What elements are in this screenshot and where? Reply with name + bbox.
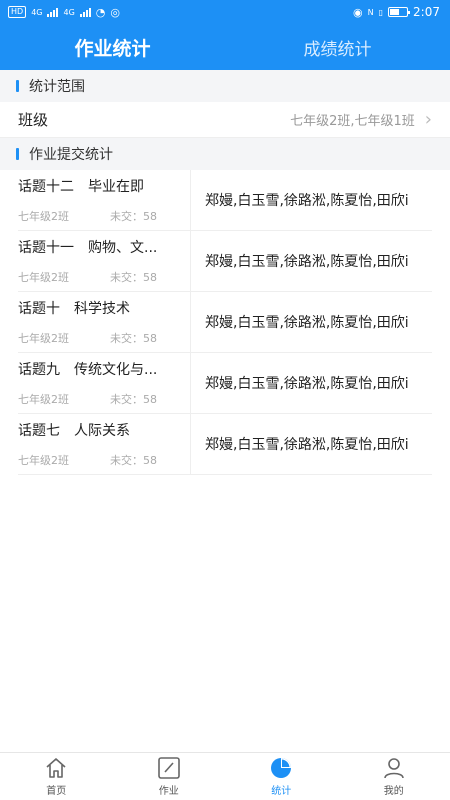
unsubmitted-students: 郑嫚,白玉雪,徐路淞,陈夏怡,田欣i (205, 437, 409, 453)
homework-class: 七年级2班 (18, 271, 69, 284)
pie-chart-icon (271, 757, 292, 778)
sync-icon: ◎ (110, 5, 120, 19)
homework-info: 话题十一 购物、文... 七年级2班 未交：58 (18, 231, 191, 291)
signal-icon (47, 7, 59, 17)
homework-info: 话题十 科学技术 七年级2班 未交：58 (18, 292, 191, 352)
clock: 2:07 (413, 5, 440, 19)
person-icon (383, 757, 404, 778)
section-marker (16, 80, 19, 92)
network-type: 4G (31, 7, 43, 17)
home-icon (46, 757, 66, 778)
nav-label: 统计 (271, 785, 292, 797)
homework-class: 七年级2班 (18, 210, 69, 223)
nfc-icon: N (367, 7, 374, 17)
homework-list: 话题十二 毕业在即 七年级2班 未交：58 郑嫚,白玉雪,徐路淞,陈夏怡,田欣i 话题十… (0, 170, 450, 475)
homework-title: 话题九 传统文化与... (18, 362, 158, 378)
nav-profile[interactable]: 我的 (338, 753, 450, 800)
nav-statistics[interactable]: 统计 (225, 753, 338, 800)
signal-icon (79, 7, 91, 17)
tab-homework-stats[interactable]: 作业统计 (0, 24, 225, 70)
unsubmitted-count: 未交：58 (110, 332, 157, 345)
tab-score-stats[interactable]: 成绩统计 (225, 24, 450, 70)
range-section-header: 统计范围 (0, 70, 450, 102)
homework-row[interactable]: 话题九 传统文化与... 七年级2班 未交：58 郑嫚,白玉雪,徐路淞,陈夏怡,田欣i (18, 353, 432, 414)
unsubmitted-students: 郑嫚,白玉雪,徐路淞,陈夏怡,田欣i (205, 254, 409, 270)
homework-row[interactable]: 话题七 人际关系 七年级2班 未交：58 郑嫚,白玉雪,徐路淞,陈夏怡,田欣i (18, 414, 432, 475)
homework-class: 七年级2班 (18, 393, 69, 406)
homework-class: 七年级2班 (18, 332, 69, 345)
section-marker (16, 148, 19, 160)
homework-row[interactable]: 话题十二 毕业在即 七年级2班 未交：58 郑嫚,白玉雪,徐路淞,陈夏怡,田欣i (18, 170, 432, 231)
unsubmitted-students: 郑嫚,白玉雪,徐路淞,陈夏怡,田欣i (205, 193, 409, 209)
section-title: 作业提交统计 (29, 147, 113, 163)
submit-section-header: 作业提交统计 (0, 138, 450, 170)
hotspot-icon: ◔ (95, 5, 106, 19)
eye-icon: ◉ (353, 5, 363, 19)
homework-class: 七年级2班 (18, 454, 69, 467)
unsubmitted-students: 郑嫚,白玉雪,徐路淞,陈夏怡,田欣i (205, 315, 409, 331)
vibrate-icon: ▯ (378, 7, 384, 17)
unsubmitted-count: 未交：58 (110, 210, 157, 223)
class-value: 七年级2班,七年级1班 (290, 114, 415, 129)
unsubmitted-count: 未交：58 (110, 393, 157, 406)
homework-row[interactable]: 话题十 科学技术 七年级2班 未交：58 郑嫚,白玉雪,徐路淞,陈夏怡,田欣i (18, 292, 432, 353)
nav-homework[interactable]: 作业 (113, 753, 226, 800)
section-title: 统计范围 (29, 79, 85, 95)
homework-row[interactable]: 话题十一 购物、文... 七年级2班 未交：58 郑嫚,白玉雪,徐路淞,陈夏怡,田欣i (18, 231, 432, 292)
unsubmitted-count: 未交：58 (110, 454, 157, 467)
hd-indicator: HD (8, 6, 27, 18)
class-selector-row[interactable]: 班级 七年级2班,七年级1班 › (0, 102, 450, 138)
nav-label: 作业 (158, 785, 179, 797)
homework-info: 话题十二 毕业在即 七年级2班 未交：58 (18, 170, 191, 230)
battery-icon (388, 7, 411, 17)
top-header: HD 4G 4G ◔ ◎ ◉ N ▯ 2:07 作业统计 成绩统计 (0, 0, 450, 70)
unsubmitted-students: 郑嫚,白玉雪,徐路淞,陈夏怡,田欣i (205, 376, 409, 392)
tab-bar: 作业统计 成绩统计 (0, 24, 450, 70)
homework-info: 话题九 传统文化与... 七年级2班 未交：58 (18, 353, 191, 413)
chevron-right-icon: › (424, 108, 432, 130)
homework-info: 话题七 人际关系 七年级2班 未交：58 (18, 414, 191, 474)
main-content: 统计范围 班级 七年级2班,七年级1班 › 作业提交统计 话题十二 毕业在即 七年… (0, 70, 450, 475)
nav-label: 首页 (46, 785, 67, 797)
homework-title: 话题十二 毕业在即 (18, 179, 144, 195)
bottom-navigation: 首页 作业 统计 我的 (0, 752, 450, 800)
nav-label: 我的 (383, 785, 404, 797)
unsubmitted-count: 未交：58 (110, 271, 157, 284)
homework-title: 话题七 人际关系 (18, 423, 130, 439)
homework-title: 话题十 科学技术 (18, 301, 130, 317)
status-bar: HD 4G 4G ◔ ◎ ◉ N ▯ 2:07 (0, 0, 450, 24)
nav-home[interactable]: 首页 (0, 753, 113, 800)
network-type-2: 4G (63, 7, 75, 17)
edit-icon (157, 756, 180, 779)
homework-title: 话题十一 购物、文... (18, 240, 158, 256)
class-label: 班级 (18, 111, 49, 129)
